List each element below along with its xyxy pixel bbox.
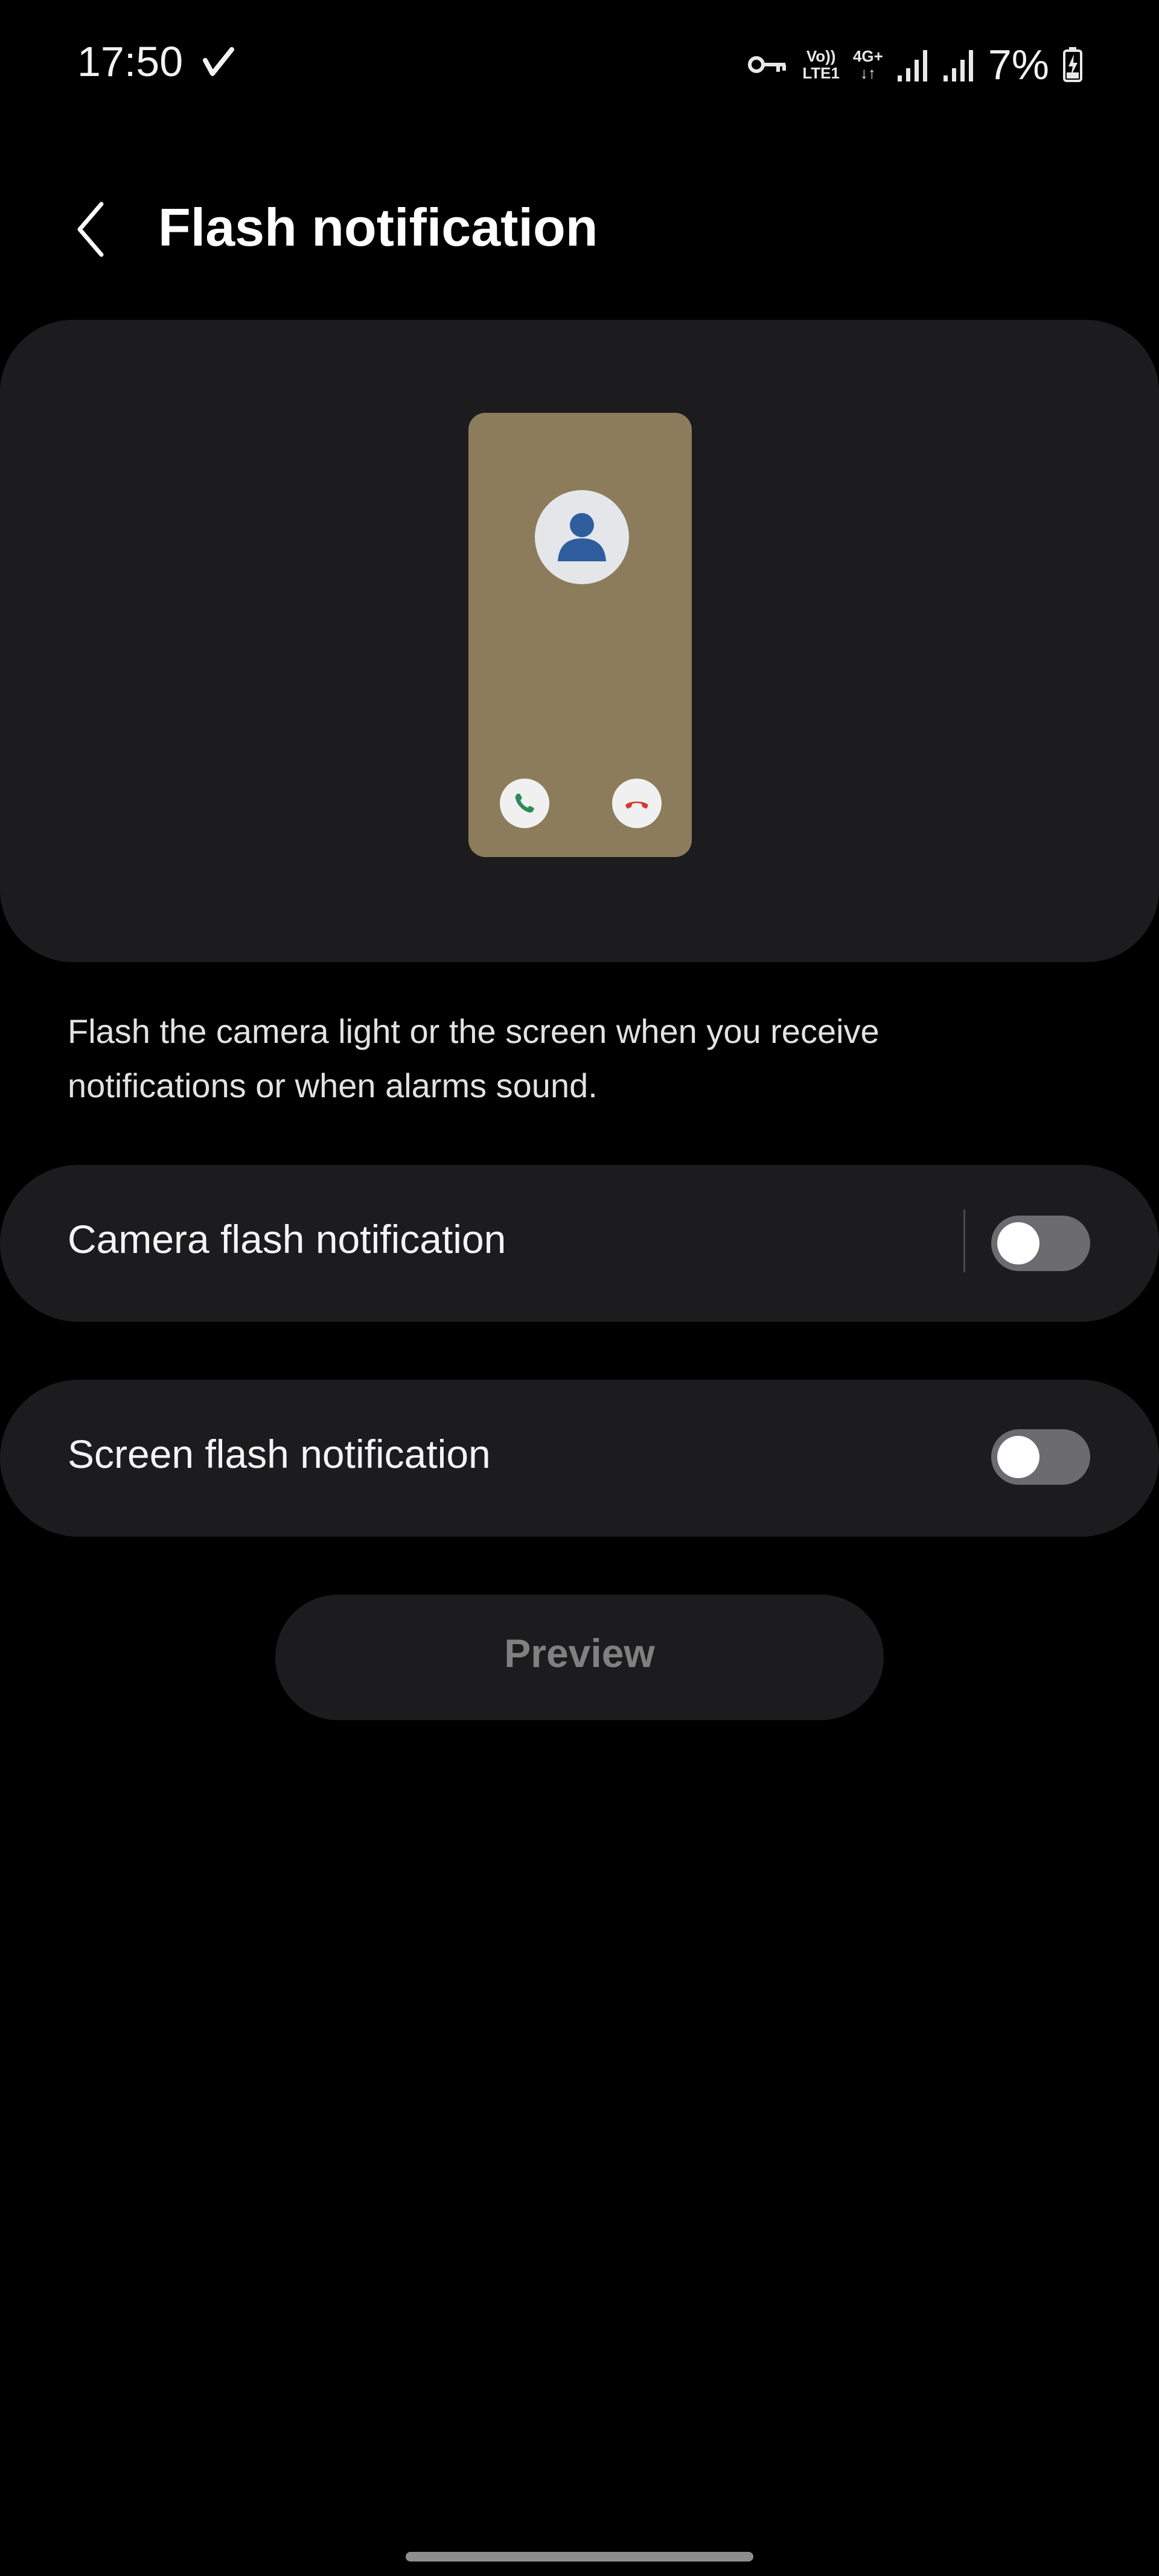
checkmark-icon xyxy=(203,47,234,76)
decline-call-button xyxy=(612,779,662,828)
row-divider xyxy=(963,1210,965,1272)
signal-icon xyxy=(897,50,927,81)
battery-charging-icon xyxy=(1063,47,1082,82)
phone-decline-icon xyxy=(625,802,648,809)
vpn-key-icon xyxy=(748,56,787,73)
person-icon xyxy=(558,513,606,561)
caller-avatar xyxy=(535,490,629,584)
preview-button[interactable]: Preview xyxy=(275,1595,884,1720)
toggle-knob xyxy=(997,1436,1039,1478)
description-text: Flash the camera light or the screen whe… xyxy=(68,1012,880,1105)
screen-flash-toggle[interactable] xyxy=(991,1429,1090,1485)
camera-flash-toggle[interactable] xyxy=(991,1216,1090,1271)
page-title: Flash notification xyxy=(158,197,598,257)
volte-label-top: Vo)) xyxy=(806,47,836,65)
battery-percent: 7% xyxy=(988,41,1049,88)
accept-call-button xyxy=(500,779,549,828)
chevron-left-icon xyxy=(77,202,104,257)
volte-label-bottom: LTE1 xyxy=(802,64,840,82)
screen-flash-setting-row[interactable]: Screen flash notification xyxy=(0,1380,1159,1537)
incoming-call-illustration xyxy=(468,413,692,857)
volte-indicator: Vo)) LTE1 xyxy=(802,48,840,81)
phone-accept-icon xyxy=(515,794,534,813)
signal-icon xyxy=(943,50,973,81)
network-label-bottom: ↓↑ xyxy=(860,64,876,82)
camera-flash-label: Camera flash notification xyxy=(68,1217,506,1261)
status-icons: Vo)) LTE1 4G+ ↓↑ 7% xyxy=(747,37,1083,92)
status-bar: 17:50 Vo)) LTE1 4G+ ↓↑ 7% xyxy=(0,0,1159,133)
status-time: 17:50 xyxy=(77,38,184,85)
back-button[interactable] xyxy=(60,193,121,266)
camera-flash-setting-row[interactable]: Camera flash notification xyxy=(0,1165,1159,1322)
network-label-top: 4G+ xyxy=(852,47,883,65)
network-type-indicator: 4G+ ↓↑ xyxy=(853,48,883,81)
toggle-knob xyxy=(997,1222,1039,1264)
screen-flash-label: Screen flash notification xyxy=(68,1432,491,1476)
gesture-nav-handle[interactable] xyxy=(406,2552,753,2562)
